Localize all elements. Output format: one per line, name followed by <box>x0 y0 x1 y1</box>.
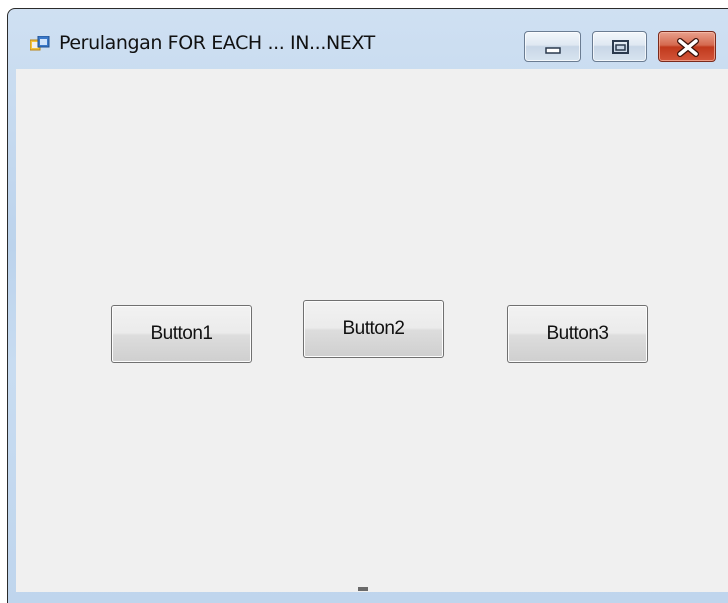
button3[interactable]: Button3 <box>507 305 648 363</box>
maximize-icon <box>612 40 629 54</box>
resize-grip <box>358 587 368 591</box>
minimize-icon <box>545 47 561 54</box>
title-bar[interactable]: Perulangan FOR EACH ... IN...NEXT <box>8 9 728 67</box>
close-button[interactable] <box>658 31 716 62</box>
app-window: Perulangan FOR EACH ... IN...NEXT Button… <box>7 8 728 603</box>
close-icon <box>677 38 699 57</box>
app-icon <box>29 35 50 54</box>
button2[interactable]: Button2 <box>303 300 444 358</box>
maximize-button[interactable] <box>592 31 647 62</box>
form-client-area: Button1 Button2 Button3 <box>16 69 728 592</box>
minimize-button[interactable] <box>524 31 581 62</box>
window-title: Perulangan FOR EACH ... IN...NEXT <box>59 32 375 54</box>
button1[interactable]: Button1 <box>111 305 252 363</box>
